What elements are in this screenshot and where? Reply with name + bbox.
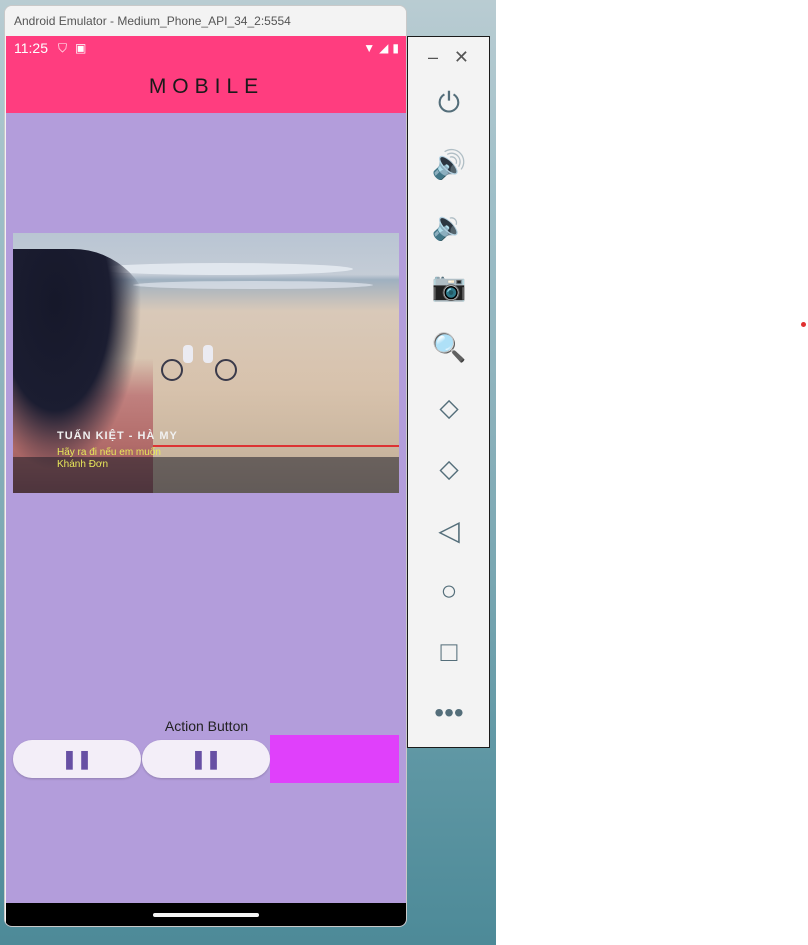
action-button-label: Action Button	[164, 718, 249, 734]
pause-button-2[interactable]: ❚❚	[142, 740, 270, 778]
rotate-right-icon[interactable]: ⬦	[429, 449, 469, 489]
cursor-dot	[801, 322, 806, 327]
zoom-icon[interactable]: 🔍	[429, 327, 469, 367]
close-icon[interactable]: ✕	[454, 47, 469, 75]
app-bar: MOBILE	[6, 60, 406, 113]
volume-up-icon[interactable]: 🔊	[429, 144, 469, 184]
status-time: 11:25	[14, 40, 48, 56]
navigation-bar	[6, 903, 406, 926]
caption-line-2: Khánh Đơn	[57, 459, 109, 470]
video-red-line	[153, 445, 399, 447]
window-title: Android Emulator - Medium_Phone_API_34_2…	[5, 6, 406, 36]
pause-icon: ❚❚	[61, 748, 93, 769]
power-icon[interactable]: ⏻	[429, 83, 469, 123]
notification-icon: ▣	[75, 41, 87, 55]
battery-icon: ▮	[392, 41, 399, 55]
overview-icon[interactable]: □	[429, 632, 469, 672]
pause-button-1[interactable]: ❚❚	[13, 740, 141, 778]
status-bar: 11:25 ⛉ ▣ ▼ ◢ ▮	[6, 36, 406, 60]
pause-icon: ❚❚	[190, 748, 222, 769]
caption-title: TUẤN KIỆT - HÀ MY	[57, 430, 178, 442]
home-handle[interactable]	[153, 913, 259, 917]
phone-screen: 11:25 ⛉ ▣ ▼ ◢ ▮ MOBILE TUẤN KIỆT - HÀ MY…	[6, 36, 406, 926]
minimize-icon[interactable]: –	[428, 47, 438, 75]
camera-icon[interactable]: 📷	[429, 266, 469, 306]
video-wave	[133, 281, 373, 289]
wifi-icon: ▼	[363, 41, 376, 55]
video-wave	[93, 263, 353, 275]
signal-icon: ◢	[379, 41, 389, 55]
video-bicycle	[161, 345, 237, 381]
rotate-left-icon[interactable]: ⬦	[429, 388, 469, 428]
back-icon[interactable]: ◁	[429, 510, 469, 550]
emulator-window: Android Emulator - Medium_Phone_API_34_2…	[4, 5, 407, 927]
accent-box[interactable]	[270, 735, 399, 783]
emulator-toolbar: – ✕ ⏻ 🔊 🔉 📷 🔍 ⬦ ⬦ ◁ ○ □ •••	[407, 36, 490, 748]
video-player[interactable]: TUẤN KIỆT - HÀ MY Hãy ra đi nếu em muốn …	[13, 233, 399, 493]
app-title: MOBILE	[148, 74, 265, 98]
shield-icon: ⛉	[58, 40, 68, 55]
more-icon[interactable]: •••	[429, 693, 469, 733]
volume-down-icon[interactable]: 🔉	[429, 205, 469, 245]
home-icon[interactable]: ○	[429, 571, 469, 611]
caption-line-1: Hãy ra đi nếu em muốn	[57, 447, 161, 458]
